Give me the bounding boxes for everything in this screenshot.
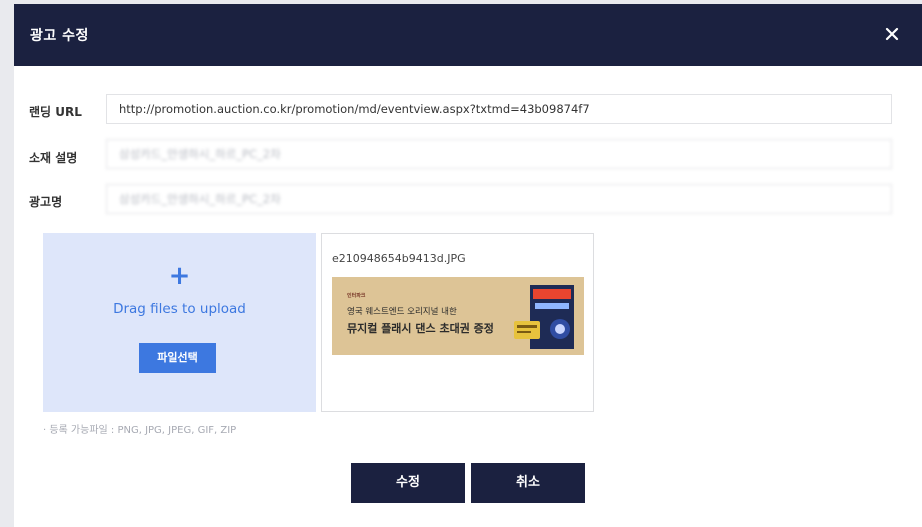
plus-icon: + — [168, 261, 191, 291]
ad-name-label: 광고명 — [29, 195, 63, 209]
landing-url-label: 랜딩 URL — [29, 105, 82, 119]
banner-line1: 영국 웨스트엔드 오리지널 내한 — [347, 307, 457, 317]
banner-image: 인터파크 영국 웨스트엔드 오리지널 내한 뮤지컬 플래시 댄스 초대권 증정 — [332, 277, 584, 355]
allowed-files-hint: · 등록 가능파일 : PNG, JPG, JPEG, GIF, ZIP — [43, 425, 237, 436]
close-button[interactable] — [880, 22, 904, 46]
file-select-button[interactable]: 파일선택 — [139, 343, 216, 373]
file-preview: e210948654b9413d.JPG 인터파크 영국 웨스트엔드 오리지널 … — [321, 233, 594, 412]
banner-line2: 뮤지컬 플래시 댄스 초대권 증정 — [347, 322, 494, 335]
upload-dropzone[interactable]: + Drag files to upload 파일선택 — [43, 233, 316, 412]
material-desc-input[interactable] — [106, 139, 892, 169]
poster-art-icon — [514, 285, 574, 349]
landing-url-input[interactable] — [106, 94, 892, 124]
preview-filename: e210948654b9413d.JPG — [332, 252, 466, 265]
material-desc-label: 소재 설명 — [29, 151, 78, 165]
modal-title: 광고 수정 — [30, 28, 89, 44]
dropzone-text: Drag files to upload — [113, 301, 246, 317]
cancel-button[interactable]: 취소 — [471, 463, 585, 503]
ad-name-input[interactable] — [106, 184, 892, 214]
banner-brand: 인터파크 — [347, 293, 366, 299]
modal-header: 광고 수정 — [14, 4, 922, 66]
close-icon — [885, 27, 899, 41]
edit-ad-modal: 광고 수정 랜딩 URL 소재 설명 광고명 + Drag files to u… — [14, 4, 922, 527]
submit-button[interactable]: 수정 — [351, 463, 465, 503]
